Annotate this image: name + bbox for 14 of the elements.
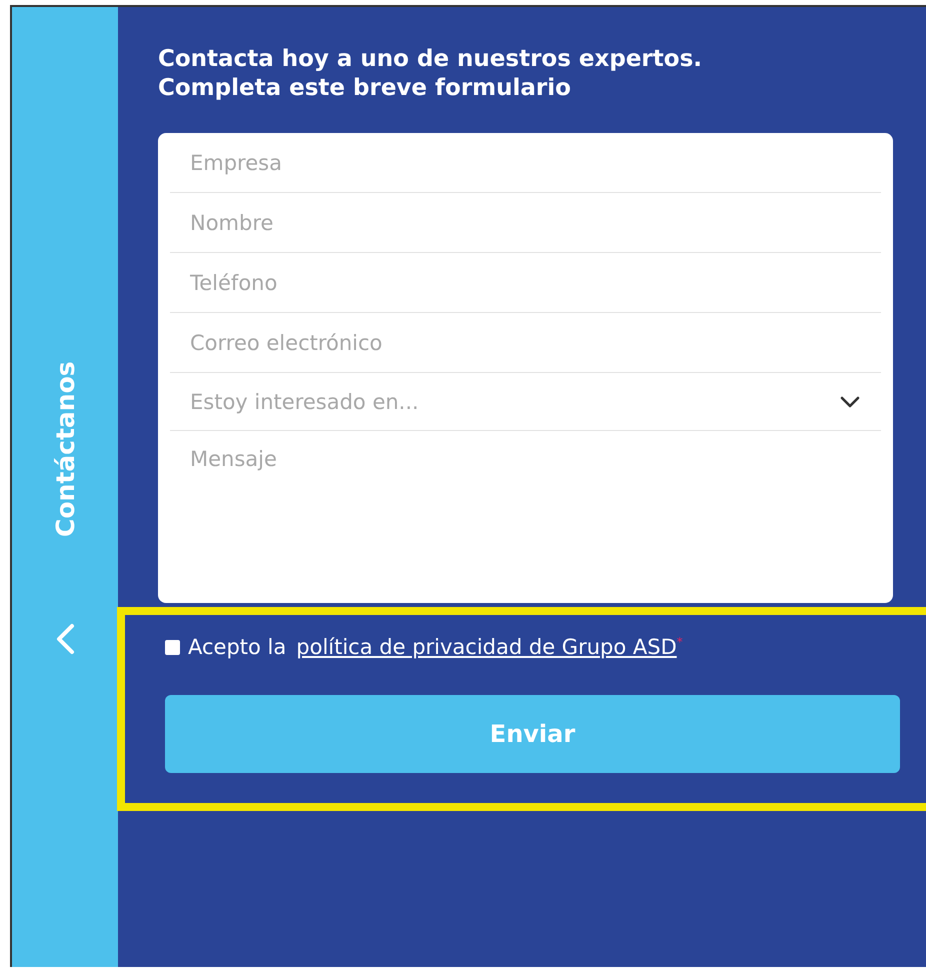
input-field[interactable]: Teléfono: [158, 253, 893, 313]
input-field[interactable]: Correo electrónico: [158, 313, 893, 373]
input-field[interactable]: Nombre: [158, 193, 893, 253]
message-field[interactable]: Mensaje: [158, 431, 893, 603]
checkbox[interactable]: [165, 640, 180, 654]
input-field[interactable]: Empresa: [158, 133, 893, 193]
consent-text: Acepto la: [188, 635, 286, 659]
privacy-policy-link[interactable]: política de privacidad de Grupo ASD: [296, 635, 677, 659]
submit-button[interactable]: Enviar: [165, 695, 900, 773]
chevron-down-icon: [839, 395, 861, 409]
interest-select[interactable]: Estoy interesado en...: [158, 373, 893, 431]
form-heading: Contacta hoy a uno de nuestros expertos. Completa este breve formulario: [158, 45, 703, 103]
sidebar-label: Contáctanos: [50, 360, 80, 537]
required-mark: *: [676, 635, 683, 649]
